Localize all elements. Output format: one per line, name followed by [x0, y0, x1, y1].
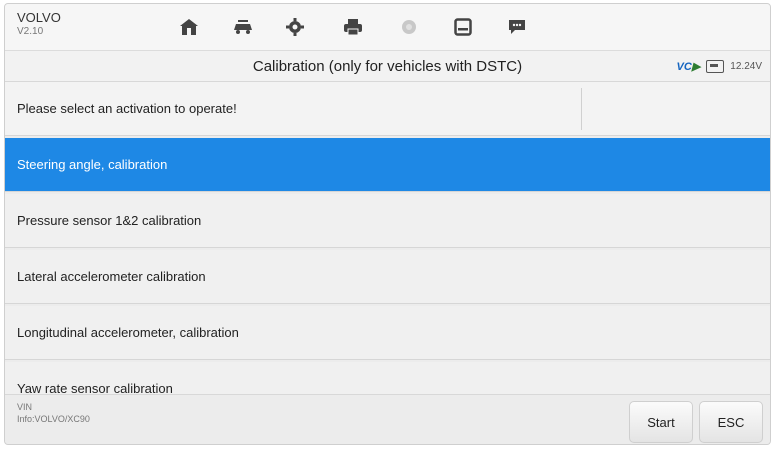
list-item-label: Yaw rate sensor calibration	[17, 381, 173, 394]
page-title: Calibration (only for vehicles with DSTC…	[252, 58, 523, 75]
footer-bar: VIN Info:VOLVO/XC90 Start ESC	[5, 394, 770, 444]
home-icon[interactable]	[177, 16, 201, 38]
vci-badge-label: VC	[676, 61, 692, 73]
app-window: VOLVO V2.10 Calibration (only for vehicl…	[4, 3, 771, 445]
vci-connected-icon: ▶	[691, 61, 701, 73]
save-icon[interactable]	[451, 16, 475, 38]
activation-list: Please select an activation to operate! …	[5, 82, 770, 394]
settings-icon[interactable]	[283, 16, 307, 38]
prompt-text: Please select an activation to operate!	[17, 101, 237, 116]
start-button[interactable]: Start	[629, 401, 693, 443]
list-item-steering-angle[interactable]: Steering angle, calibration	[5, 138, 770, 192]
vci-status: VC▶ 12.24V	[677, 60, 762, 73]
brand-name: VOLVO	[17, 10, 61, 25]
software-version: V2.10	[17, 26, 44, 37]
record-icon[interactable]	[397, 16, 421, 38]
vin-label: VIN	[17, 402, 33, 412]
list-item-label: Longitudinal accelerometer, calibration	[17, 325, 239, 340]
list-item-label: Lateral accelerometer calibration	[17, 269, 206, 284]
title-bar: Calibration (only for vehicles with DSTC…	[5, 51, 770, 82]
column-divider	[581, 88, 582, 130]
brand: VOLVO V2.10	[17, 11, 61, 39]
list-prompt: Please select an activation to operate!	[5, 82, 770, 136]
list-item-label: Pressure sensor 1&2 calibration	[17, 213, 202, 228]
vehicle-swap-icon[interactable]	[231, 16, 255, 38]
vci-badge: VC▶	[677, 60, 701, 73]
print-icon[interactable]	[341, 16, 365, 38]
battery-voltage: 12.24V	[730, 61, 762, 72]
vehicle-info-text: Info:VOLVO/XC90	[17, 414, 90, 424]
list-item-longitudinal-accelerometer[interactable]: Longitudinal accelerometer, calibration	[5, 306, 770, 360]
list-item-lateral-accelerometer[interactable]: Lateral accelerometer calibration	[5, 250, 770, 304]
top-toolbar: VOLVO V2.10	[5, 4, 770, 51]
esc-button[interactable]: ESC	[699, 401, 763, 443]
list-item-label: Steering angle, calibration	[17, 157, 168, 172]
battery-icon	[706, 60, 725, 73]
list-item-yaw-rate-sensor[interactable]: Yaw rate sensor calibration	[5, 362, 770, 394]
list-item-pressure-sensor[interactable]: Pressure sensor 1&2 calibration	[5, 194, 770, 248]
vehicle-info: VIN Info:VOLVO/XC90	[17, 401, 90, 425]
message-icon[interactable]	[505, 16, 529, 38]
